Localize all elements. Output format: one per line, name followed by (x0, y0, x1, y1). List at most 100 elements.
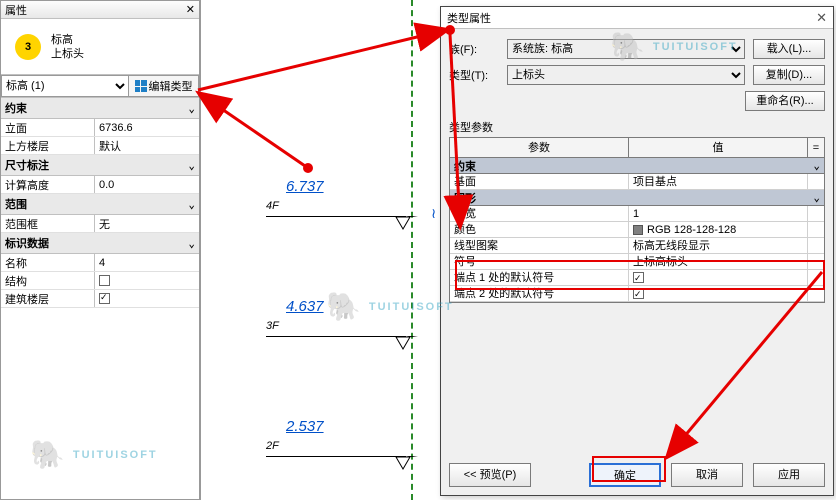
properties-title: 属性 (5, 2, 27, 18)
drawing-canvas[interactable]: ≀ 6.7374F 4.637 3F 2.537 2F (200, 0, 450, 500)
apply-button[interactable]: 应用 (753, 463, 825, 487)
param-value: RGB 128-128-128 (629, 222, 808, 237)
group-header[interactable]: 标识数据⌄ (1, 233, 199, 254)
param-row[interactable]: 端点 1 处的默认符号 (450, 270, 824, 286)
load-button[interactable]: 载入(L)... (753, 39, 825, 59)
param-value: 1 (629, 206, 808, 221)
copy-button[interactable]: 复制(D)... (753, 65, 825, 85)
expand-icon[interactable]: ⌄ (188, 198, 195, 211)
param-group-header[interactable]: 约束⌄ (450, 158, 824, 174)
property-value[interactable] (99, 140, 195, 152)
elephant-icon: 🐘 (610, 30, 647, 63)
group-header[interactable]: 尺寸标注⌄ (1, 155, 199, 176)
preview-button[interactable]: << 预览(P) (449, 463, 531, 487)
checkbox[interactable] (99, 275, 110, 286)
level-elevation: 6.737 (286, 178, 324, 195)
watermark: 🐘TUITUISOFT (610, 30, 738, 63)
property-key: 范围框 (1, 215, 95, 232)
cancel-button[interactable]: 取消 (671, 463, 743, 487)
edit-type-button[interactable]: 编辑类型 (129, 75, 199, 97)
param-row[interactable]: 线宽1 (450, 206, 824, 222)
type-label: 标高 上标头 (51, 33, 84, 61)
group-header[interactable]: 范围⌄ (1, 194, 199, 215)
param-value: 标高无线段显示 (629, 238, 808, 253)
edit-type-icon (135, 80, 147, 92)
rename-button[interactable]: 重命名(R)... (745, 91, 825, 111)
col-value: 值 (629, 138, 808, 157)
type-properties-dialog: 类型属性 ✕ 族(F): 系统族: 标高 载入(L)... 类型(T): 上标头… (440, 6, 834, 496)
property-value[interactable] (99, 218, 195, 230)
param-name: 基面 (450, 174, 629, 189)
property-key: 名称 (1, 254, 95, 271)
properties-panel: 属性 ✕ 3 标高 上标头 标高 (1) 编辑类型 约束⌄立面上方楼层尺寸标注⌄… (0, 0, 200, 500)
property-row: 建筑楼层 (1, 290, 199, 308)
param-value (629, 270, 808, 285)
level-name: 3F (266, 320, 279, 332)
property-row: 名称 (1, 254, 199, 272)
level-elevation: 4.637 (286, 298, 324, 315)
type-label: 类型(T): (449, 67, 507, 83)
param-name: 线宽 (450, 206, 629, 221)
break-symbol: ≀ (431, 205, 436, 222)
param-name: 端点 1 处的默认符号 (450, 270, 629, 285)
annotation-badge: 3 (15, 34, 41, 60)
instance-selector-row: 标高 (1) 编辑类型 (1, 75, 199, 98)
dialog-title-bar[interactable]: 类型属性 ✕ (441, 7, 833, 29)
watermark: 🐘TUITUISOFT (30, 438, 158, 471)
grid-header: 参数 值 = (450, 138, 824, 158)
param-row[interactable]: 颜色RGB 128-128-128 (450, 222, 824, 238)
expand-icon[interactable]: ⌄ (188, 102, 195, 115)
expand-icon[interactable]: ⌄ (813, 159, 820, 172)
param-value: 项目基点 (629, 174, 808, 189)
properties-type-header[interactable]: 3 标高 上标头 (1, 19, 199, 75)
grid-line (411, 0, 413, 500)
param-row[interactable]: 符号上标高标头 (450, 254, 824, 270)
param-row[interactable]: 线型图案标高无线段显示 (450, 238, 824, 254)
property-value[interactable] (99, 122, 195, 134)
param-row[interactable]: 基面项目基点 (450, 174, 824, 190)
dialog-title: 类型属性 (447, 10, 491, 26)
property-key: 上方楼层 (1, 137, 95, 154)
property-row: 立面 (1, 119, 199, 137)
param-name: 符号 (450, 254, 629, 269)
elephant-icon: 🐘 (326, 290, 363, 323)
type-select[interactable]: 上标头 (507, 65, 745, 85)
level-elevation: 2.537 (286, 418, 324, 435)
param-value (629, 286, 808, 301)
property-value[interactable] (99, 257, 195, 269)
property-row: 计算高度 (1, 176, 199, 194)
type-row: 类型(T): 上标头 复制(D)... (449, 65, 825, 85)
expand-icon[interactable]: ⌄ (813, 191, 820, 204)
checkbox[interactable] (633, 288, 644, 299)
checkbox[interactable] (633, 272, 644, 283)
param-name: 颜色 (450, 222, 629, 237)
family-label: 族(F): (449, 41, 507, 57)
level-marker[interactable]: 2.537 2F (266, 418, 406, 457)
property-row: 范围框 (1, 215, 199, 233)
param-row[interactable]: 端点 2 处的默认符号 (450, 286, 824, 302)
property-value[interactable] (99, 179, 195, 191)
type-params-label: 类型参数 (449, 119, 825, 135)
property-key: 建筑楼层 (1, 290, 95, 307)
expand-icon[interactable]: ⌄ (188, 237, 195, 250)
instance-selector[interactable]: 标高 (1) (1, 75, 129, 97)
expand-icon[interactable]: ⌄ (188, 159, 195, 172)
param-group-header[interactable]: 图形⌄ (450, 190, 824, 206)
level-marker[interactable]: 6.7374F (266, 178, 406, 217)
elephant-icon: 🐘 (30, 438, 67, 471)
close-icon[interactable]: ✕ (816, 10, 827, 26)
property-row: 结构 (1, 272, 199, 290)
dialog-footer: << 预览(P) 确定 取消 应用 (449, 463, 825, 487)
property-key: 立面 (1, 119, 95, 136)
close-icon[interactable]: ✕ (186, 3, 195, 16)
group-header[interactable]: 约束⌄ (1, 98, 199, 119)
ok-button[interactable]: 确定 (589, 463, 661, 487)
checkbox[interactable] (99, 293, 110, 304)
color-swatch (633, 225, 643, 235)
param-name: 端点 2 处的默认符号 (450, 286, 629, 301)
level-name: 2F (266, 440, 279, 452)
property-row: 上方楼层 (1, 137, 199, 155)
property-key: 结构 (1, 272, 95, 289)
params-grid: 参数 值 = 约束⌄基面项目基点图形⌄线宽1颜色RGB 128-128-128线… (449, 137, 825, 303)
param-value: 上标高标头 (629, 254, 808, 269)
